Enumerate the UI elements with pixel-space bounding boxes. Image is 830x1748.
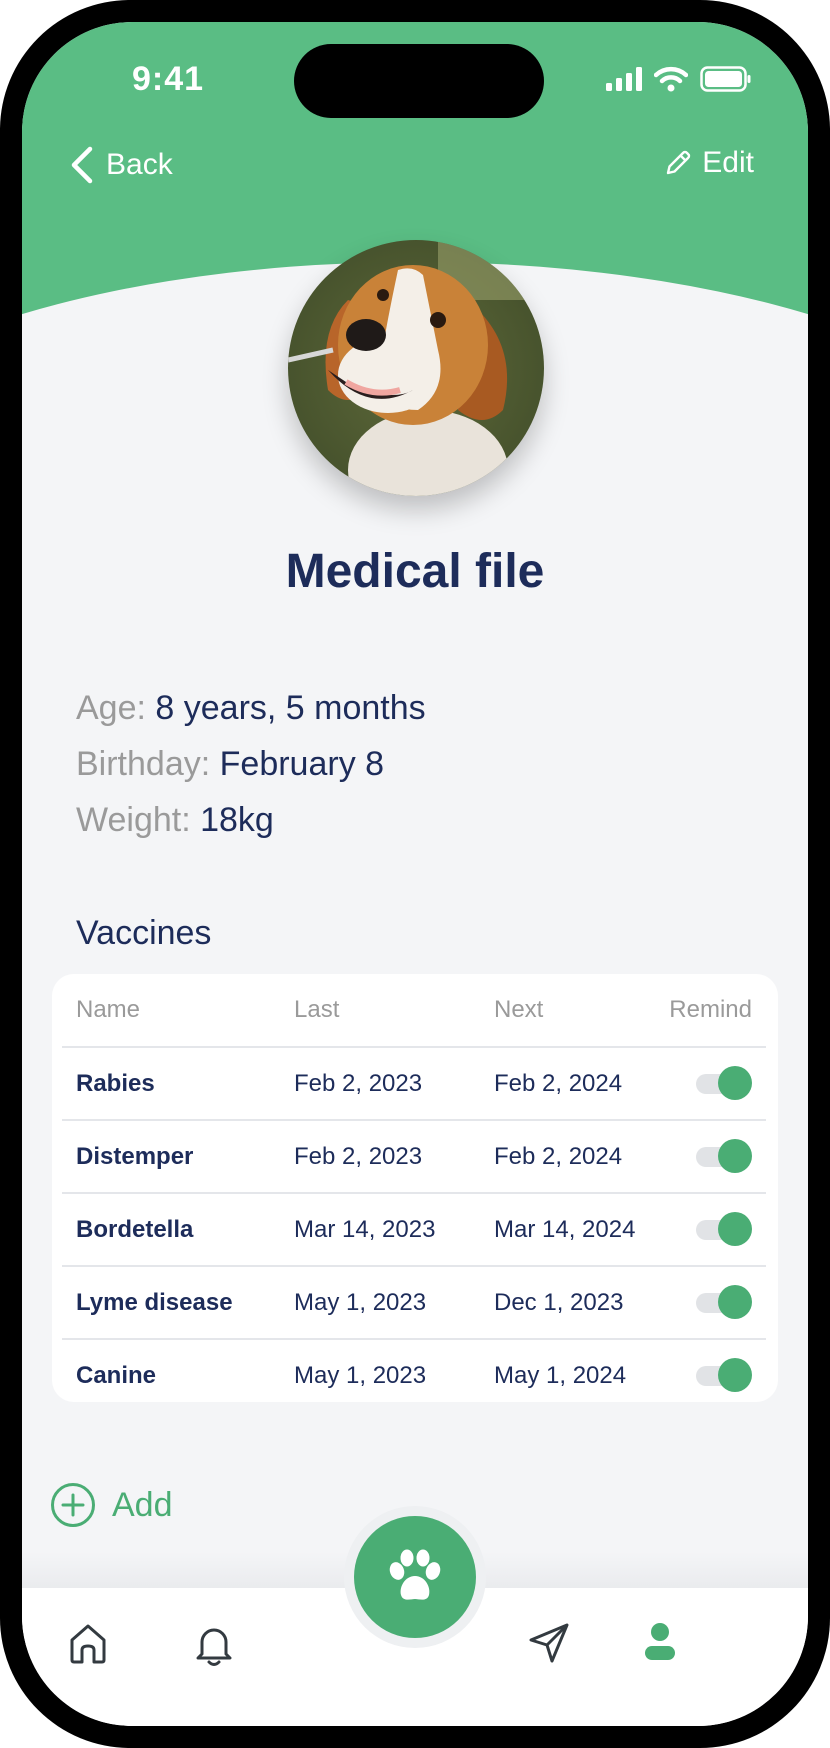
toggle-knob — [718, 1358, 752, 1393]
signal-icon — [606, 67, 642, 91]
age-label: Age: — [76, 689, 146, 727]
remind-toggle[interactable] — [696, 1212, 752, 1247]
birthday-row: Birthday: February 8 — [76, 736, 426, 792]
pencil-icon — [667, 150, 691, 175]
profile-icon[interactable] — [642, 1622, 678, 1662]
vaccines-table: Name Last Next Remind Rabies Feb 2, 2023… — [62, 974, 766, 1411]
edit-label: Edit — [702, 146, 754, 179]
vaccine-next: May 1, 2024 — [494, 1338, 664, 1411]
bell-icon[interactable] — [194, 1622, 234, 1668]
wifi-icon — [654, 66, 688, 92]
page-title: Medical file — [285, 545, 545, 598]
dog-photo — [288, 240, 544, 496]
chevron-left-icon — [71, 146, 93, 184]
vaccines-title: Vaccines — [76, 914, 212, 952]
remind-toggle[interactable] — [696, 1139, 752, 1174]
toggle-knob — [718, 1066, 752, 1101]
weight-value: 18kg — [200, 801, 274, 839]
column-header-name: Name — [76, 996, 141, 1023]
vaccine-last: Feb 2, 2023 — [294, 1046, 494, 1120]
toggle-knob — [718, 1285, 752, 1320]
vaccine-name: Lyme disease — [62, 1265, 294, 1339]
add-label: Add — [112, 1485, 173, 1524]
vaccine-last: Mar 14, 2023 — [294, 1192, 494, 1266]
paw-icon — [389, 1549, 441, 1600]
status-icons — [606, 66, 752, 92]
weight-label: Weight: — [76, 801, 191, 839]
vaccine-next: Mar 14, 2024 — [494, 1192, 664, 1266]
paw-button[interactable] — [354, 1516, 476, 1638]
vaccine-name: Distemper — [62, 1119, 294, 1193]
dynamic-island — [294, 44, 544, 118]
send-icon[interactable] — [528, 1622, 570, 1664]
pet-avatar — [288, 240, 544, 496]
phone-frame: 9:41 Back Edit Medical file Age: 8 years… — [0, 0, 830, 1748]
vaccine-next: Feb 2, 2024 — [494, 1119, 664, 1193]
vaccines-card: Name Last Next Remind Rabies Feb 2, 2023… — [52, 974, 778, 1411]
home-icon[interactable] — [68, 1622, 108, 1666]
age-value: 8 years, 5 months — [155, 689, 426, 727]
table-header: Name Last Next Remind — [62, 974, 766, 1047]
birthday-label: Birthday: — [76, 745, 211, 783]
status-time: 9:41 — [132, 60, 205, 98]
vaccine-last: May 1, 2023 — [294, 1265, 494, 1339]
back-button[interactable]: Back — [70, 146, 173, 184]
edit-button[interactable]: Edit — [664, 146, 754, 180]
vaccine-next: Feb 2, 2024 — [494, 1046, 664, 1120]
remind-toggle[interactable] — [696, 1358, 752, 1393]
add-vaccine-button[interactable]: Add — [50, 1482, 173, 1528]
vaccine-name: Rabies — [62, 1046, 294, 1120]
column-header-remind: Remind — [669, 996, 752, 1023]
age-row: Age: 8 years, 5 months — [76, 680, 426, 736]
pet-info: Age: 8 years, 5 months Birthday: Februar… — [76, 680, 426, 848]
column-header-next: Next — [494, 996, 544, 1023]
vaccine-last: May 1, 2023 — [294, 1338, 494, 1411]
plus-circle-icon — [51, 1483, 95, 1527]
back-label: Back — [106, 148, 173, 181]
vaccine-name: Canine — [62, 1338, 294, 1411]
remind-toggle[interactable] — [696, 1285, 752, 1320]
birthday-value: February 8 — [219, 745, 385, 783]
app-screen: 9:41 Back Edit Medical file Age: 8 years… — [22, 22, 808, 1726]
remind-toggle[interactable] — [696, 1066, 752, 1101]
table-row: Bordetella Mar 14, 2023 Mar 14, 2024 — [62, 1192, 766, 1266]
vaccine-next: Dec 1, 2023 — [494, 1265, 664, 1339]
column-header-last: Last — [294, 996, 340, 1023]
table-row: Distemper Feb 2, 2023 Feb 2, 2024 — [62, 1119, 766, 1193]
weight-row: Weight: 18kg — [76, 792, 426, 848]
battery-icon — [700, 66, 751, 92]
vaccine-name: Bordetella — [62, 1192, 294, 1266]
vaccine-last: Feb 2, 2023 — [294, 1119, 494, 1193]
table-row: Canine May 1, 2023 May 1, 2024 — [62, 1338, 766, 1411]
toggle-knob — [718, 1212, 752, 1247]
toggle-knob — [718, 1139, 752, 1174]
table-row: Lyme disease May 1, 2023 Dec 1, 2023 — [62, 1265, 766, 1339]
table-row: Rabies Feb 2, 2023 Feb 2, 2024 — [62, 1046, 766, 1120]
